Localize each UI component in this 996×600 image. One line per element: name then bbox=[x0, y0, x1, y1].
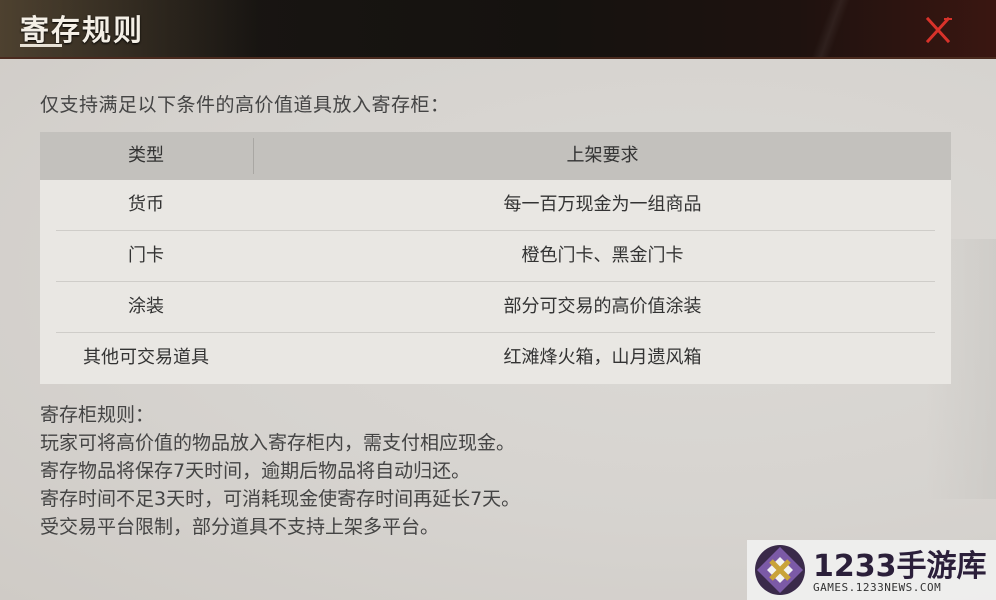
table-row: 涂装 部分可交易的高价值涂装 bbox=[40, 282, 951, 332]
title-bar: 寄存规则 bbox=[0, 0, 996, 59]
column-header-type: 类型 bbox=[128, 145, 164, 166]
rules-heading: 寄存柜规则： bbox=[40, 404, 155, 426]
title-underline bbox=[20, 44, 62, 47]
rules-section: 寄存柜规则： 玩家可将高价值的物品放入寄存柜内，需支付相应现金。 寄存物品将保存… bbox=[40, 401, 520, 541]
intro-text: 仅支持满足以下条件的高价值道具放入寄存柜： bbox=[40, 94, 450, 116]
row-type: 货币 bbox=[128, 194, 164, 215]
title-bar-decoration bbox=[796, 0, 866, 57]
watermark-brand: 1233手游库 bbox=[813, 549, 987, 584]
watermark-logo-icon bbox=[755, 545, 805, 595]
table-row: 货币 每一百万现金为一组商品 bbox=[40, 180, 951, 230]
table-row: 其他可交易道具 红滩烽火箱，山月遗风箱 bbox=[40, 333, 951, 383]
rule-line: 寄存时间不足3天时，可消耗现金使寄存时间再延长7天。 bbox=[40, 488, 521, 510]
table-header: 类型 上架要求 bbox=[40, 132, 951, 180]
site-watermark: 1233手游库 GAMES.1233NEWS.COM bbox=[747, 540, 996, 600]
rule-line: 玩家可将高价值的物品放入寄存柜内，需支付相应现金。 bbox=[40, 432, 516, 454]
requirements-table: 类型 上架要求 货币 每一百万现金为一组商品 门卡 橙色门卡、黑金门卡 涂装 部… bbox=[40, 132, 951, 384]
table-row: 门卡 橙色门卡、黑金门卡 bbox=[40, 231, 951, 281]
column-header-requirement: 上架要求 bbox=[566, 145, 639, 166]
row-type: 涂装 bbox=[128, 296, 164, 317]
row-type: 门卡 bbox=[128, 245, 164, 266]
rule-line: 受交易平台限制，部分道具不支持上架多平台。 bbox=[40, 516, 440, 538]
row-type: 其他可交易道具 bbox=[83, 347, 209, 368]
row-requirement: 每一百万现金为一组商品 bbox=[503, 194, 702, 215]
close-icon bbox=[925, 16, 952, 44]
row-requirement: 部分可交易的高价值涂装 bbox=[503, 296, 702, 317]
row-requirement: 红滩烽火箱，山月遗风箱 bbox=[503, 347, 702, 368]
page-title: 寄存规则 bbox=[20, 13, 145, 47]
close-button[interactable] bbox=[918, 12, 958, 48]
watermark-site: GAMES.1233NEWS.COM bbox=[813, 581, 942, 594]
rule-line: 寄存物品将保存7天时间，逾期后物品将自动归还。 bbox=[40, 460, 471, 482]
row-requirement: 橙色门卡、黑金门卡 bbox=[521, 245, 684, 266]
